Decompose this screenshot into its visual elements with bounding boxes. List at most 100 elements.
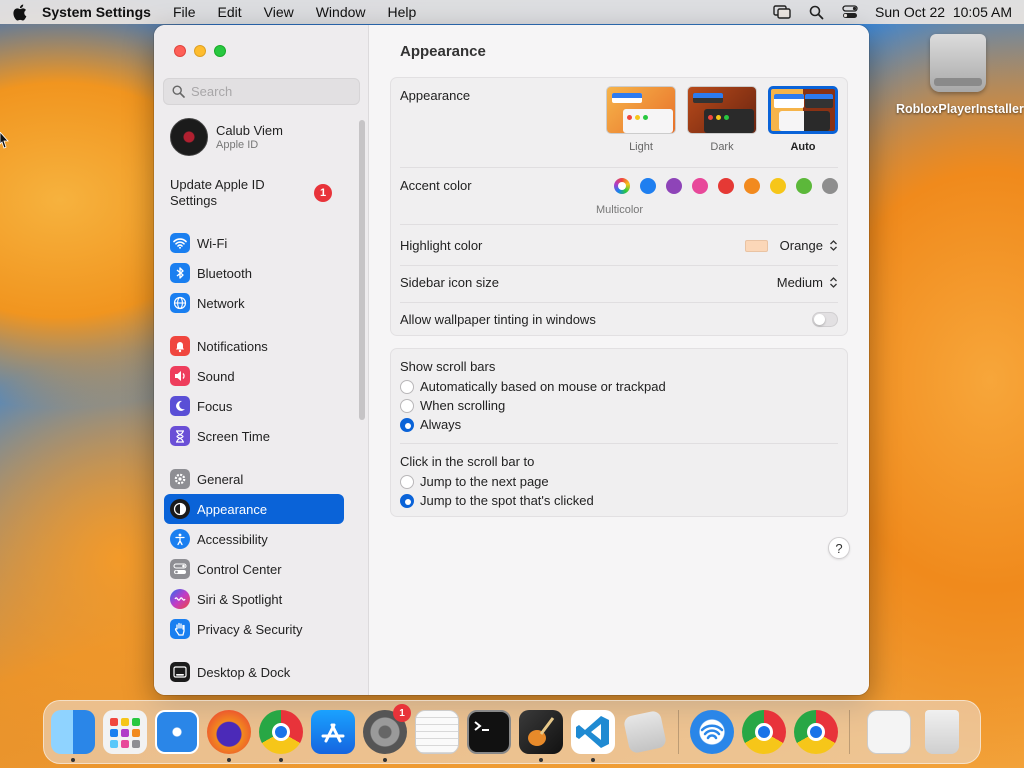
appearance-card: Appearance Light Dark Auto Accent color … (390, 77, 848, 336)
sidebar-item-label: Wi-Fi (197, 235, 228, 251)
accent-swatch[interactable] (822, 178, 838, 194)
screen-mirroring-icon[interactable] (773, 4, 791, 20)
garageband-icon[interactable] (519, 710, 563, 762)
radio-button-selected[interactable] (400, 417, 414, 432)
system-settings-icon[interactable]: 1 (363, 704, 411, 762)
sidebar-item-general[interactable]: General (164, 464, 344, 494)
accent-swatch[interactable] (744, 178, 760, 194)
wifi-utility-icon[interactable] (690, 710, 734, 754)
accessibility-icon (170, 529, 190, 549)
radio-scroll-automatic[interactable]: Automatically based on mouse or trackpad (400, 379, 666, 394)
vscode-icon[interactable] (571, 710, 615, 762)
radio-label: Automatically based on mouse or trackpad (420, 379, 666, 394)
dark-preview-icon (687, 86, 757, 134)
sidebar-item-label: Siri & Spotlight (197, 591, 283, 607)
help-button[interactable]: ? (828, 537, 850, 559)
highlight-swatch (744, 239, 768, 252)
accent-swatch[interactable] (640, 178, 656, 194)
sidebar-item-sound[interactable]: Sound (164, 361, 344, 391)
accent-swatch[interactable] (692, 178, 708, 194)
control-center-icon[interactable] (841, 4, 859, 20)
sidebar-item-update-apple-id[interactable]: Update Apple ID Settings 1 (154, 175, 354, 211)
spotlight-search-icon[interactable] (807, 4, 825, 20)
accent-swatch[interactable] (770, 178, 786, 194)
apple-menu-icon[interactable] (12, 4, 28, 20)
accent-swatch[interactable] (666, 178, 682, 194)
highlight-color-row: Highlight color Orange (400, 238, 838, 253)
radio-button[interactable] (400, 398, 414, 413)
sidebar-item-privacy-security[interactable]: Privacy & Security (164, 614, 344, 644)
chevron-updown-icon (829, 239, 838, 252)
roblox-icon[interactable] (622, 709, 668, 755)
sidebar-item-wifi[interactable]: Wi-Fi (164, 228, 344, 258)
avatar (170, 118, 208, 156)
sidebar-item-label: General (197, 471, 244, 487)
zoom-button[interactable] (214, 45, 226, 57)
account-name: Calub Viem (216, 123, 283, 138)
sidebar-item-label: Control Center (197, 561, 282, 577)
appearance-label: Appearance (400, 88, 471, 103)
textedit-icon[interactable] (415, 710, 459, 754)
radio-button[interactable] (400, 379, 414, 394)
sidebar-item-focus[interactable]: Focus (164, 391, 344, 421)
terminal-icon[interactable] (467, 710, 511, 754)
sidebar-icon-size-popup[interactable]: Medium (777, 275, 838, 290)
menu-app-name[interactable]: System Settings (42, 4, 151, 20)
sidebar-item-siri-spotlight[interactable]: Siri & Spotlight (164, 584, 344, 614)
safari-icon[interactable] (155, 710, 199, 754)
finder-icon[interactable] (51, 710, 95, 762)
desktop-installer-disk[interactable]: RobloxPlayerInstaller (896, 34, 1024, 117)
appearance-option-dark[interactable]: Dark (687, 86, 757, 153)
menu-clock[interactable]: Sun Oct 22 10:05 AM (875, 4, 1012, 20)
menu-edit[interactable]: Edit (218, 4, 242, 20)
sidebar-item-screen-time[interactable]: Screen Time (164, 421, 344, 451)
menu-help[interactable]: Help (388, 4, 417, 20)
show-scroll-bars-row: Show scroll bars (400, 359, 838, 374)
firefox-icon[interactable] (207, 710, 251, 762)
window-controls (174, 45, 226, 57)
menu-extras: Sun Oct 22 10:05 AM (773, 4, 1012, 20)
trash-icon[interactable] (925, 710, 959, 754)
radio-label: Jump to the spot that's clicked (420, 493, 594, 508)
wallpaper-tinting-toggle[interactable] (812, 312, 838, 327)
radio-button-selected[interactable] (400, 493, 414, 508)
chrome-app-icon[interactable] (794, 710, 838, 754)
app-store-icon[interactable] (311, 710, 355, 754)
highlight-color-popup[interactable]: Orange (744, 238, 838, 253)
launchpad-icon[interactable] (103, 710, 147, 754)
radio-scroll-when-scrolling[interactable]: When scrolling (400, 398, 505, 413)
globe-icon (170, 293, 190, 313)
chrome-icon[interactable] (259, 710, 303, 762)
radio-jump-next-page[interactable]: Jump to the next page (400, 474, 549, 489)
sidebar-item-control-center[interactable]: Control Center (164, 554, 344, 584)
close-button[interactable] (174, 45, 186, 57)
downloads-stack-icon[interactable] (867, 710, 911, 754)
menu-view[interactable]: View (264, 4, 294, 20)
radio-scroll-always[interactable]: Always (400, 417, 461, 432)
apple-id-account[interactable]: Calub Viem Apple ID (154, 113, 354, 161)
sidebar-item-notifications[interactable]: Notifications (164, 331, 344, 361)
sidebar-search[interactable] (163, 78, 360, 105)
sidebar-item-desktop-dock[interactable]: Desktop & Dock (164, 657, 344, 687)
sidebar-item-accessibility[interactable]: Accessibility (164, 524, 344, 554)
accent-swatch[interactable] (718, 178, 734, 194)
sidebar-item-bluetooth[interactable]: Bluetooth (164, 258, 344, 288)
appearance-option-auto[interactable]: Auto (768, 86, 838, 153)
search-input[interactable] (191, 84, 351, 99)
sidebar-item-network[interactable]: Network (164, 288, 344, 318)
accent-swatch[interactable] (796, 178, 812, 194)
sidebar-item-label: Network (197, 295, 245, 311)
sidebar-scrollbar[interactable] (359, 120, 365, 420)
accent-multicolor-swatch[interactable] (614, 178, 630, 194)
radio-jump-to-spot[interactable]: Jump to the spot that's clicked (400, 493, 594, 508)
menu-window[interactable]: Window (316, 4, 366, 20)
dock-notification-badge: 1 (393, 704, 411, 722)
chrome-app-icon[interactable] (742, 710, 786, 754)
radio-button[interactable] (400, 474, 414, 489)
sidebar-item-appearance[interactable]: Appearance (164, 494, 344, 524)
appearance-option-light[interactable]: Light (606, 86, 676, 153)
minimize-button[interactable] (194, 45, 206, 57)
menu-file[interactable]: File (173, 4, 196, 20)
page-title: Appearance (400, 43, 486, 60)
highlight-color-label: Highlight color (400, 238, 483, 253)
